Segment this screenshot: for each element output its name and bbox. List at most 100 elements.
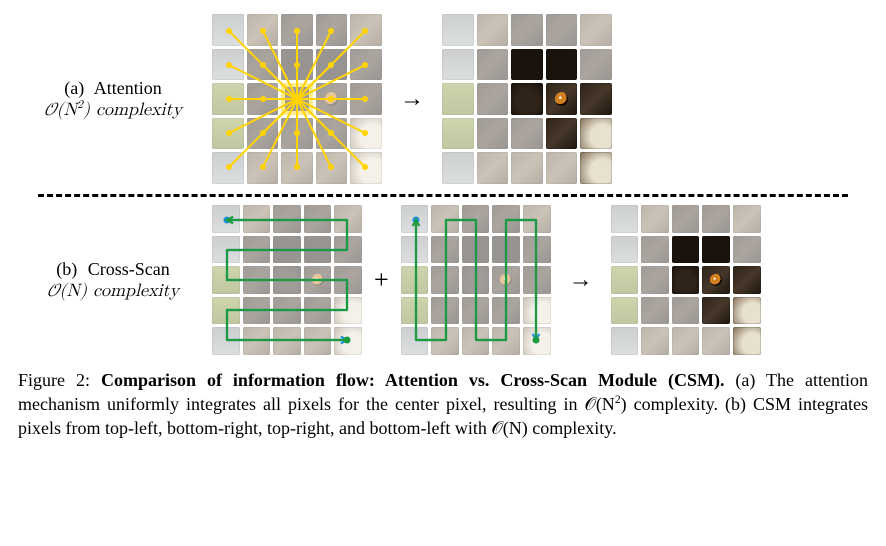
grid-cell (442, 118, 474, 150)
grid-cell (462, 297, 490, 325)
grid-cell (611, 266, 639, 294)
grid-cell (243, 327, 271, 355)
grid-cell (334, 297, 362, 325)
grid-cell (492, 236, 520, 264)
grid-cell (523, 205, 551, 233)
grid-cell (212, 83, 244, 115)
grid-cell (523, 327, 551, 355)
grid-cell (350, 152, 382, 184)
grid-cell (611, 236, 639, 264)
grid-cell (273, 236, 301, 264)
grid-cell (580, 118, 612, 150)
grid-cell (281, 152, 313, 184)
grid-cell (334, 327, 362, 355)
grid-cell (212, 152, 244, 184)
grid-cell (702, 205, 730, 233)
grid-cell (641, 205, 669, 233)
grid-cell (523, 297, 551, 325)
figure-2: (a) Attention 𝒪(N2) complexity → (b) (18, 14, 868, 441)
grid-cell (212, 327, 240, 355)
grid-a-right (442, 14, 612, 184)
grid-cell (316, 14, 348, 46)
grid-cell (442, 152, 474, 184)
row-a-tag: (a) (64, 77, 84, 100)
grid-cell (546, 118, 578, 150)
grid-cell (401, 327, 429, 355)
grid (212, 14, 382, 184)
grid-cell (492, 266, 520, 294)
grid-cell (511, 14, 543, 46)
divider (38, 194, 848, 197)
grid-cell (431, 205, 459, 233)
grid-cell (304, 327, 332, 355)
plus-icon: + (374, 265, 389, 295)
grid-cell (401, 297, 429, 325)
grid-cell (350, 83, 382, 115)
grid-cell (546, 152, 578, 184)
grid-cell (350, 118, 382, 150)
grid-cell (212, 118, 244, 150)
grid-cell (442, 83, 474, 115)
grid-cell (281, 14, 313, 46)
grid-cell (431, 236, 459, 264)
grid-cell (431, 327, 459, 355)
grid-cell (672, 236, 700, 264)
grid-cell (247, 118, 279, 150)
grid-cell (672, 297, 700, 325)
caption-label: Figure 2: (18, 370, 90, 390)
grid-cell (243, 266, 271, 294)
grid-cell (672, 327, 700, 355)
caption-title: Comparison of information flow: Attentio… (101, 370, 724, 390)
row-a-title: Attention (94, 78, 162, 98)
grid-cell (304, 266, 332, 294)
grid-cell (442, 14, 474, 46)
grid-cell (304, 236, 332, 264)
grid-cell (580, 83, 612, 115)
grid-cell (477, 118, 509, 150)
arrow-icon: → (400, 86, 424, 113)
grid-cell (511, 152, 543, 184)
grid-cell (462, 205, 490, 233)
grid-cell (350, 14, 382, 46)
grid-cell (281, 49, 313, 81)
grid-cell (672, 205, 700, 233)
grid-cell (611, 297, 639, 325)
grid (401, 205, 551, 355)
grid-cell (477, 83, 509, 115)
grid-cell (243, 297, 271, 325)
grid-cell (431, 266, 459, 294)
grid-b-2 (401, 205, 551, 355)
row-a-complexity: 𝒪(N2) complexity (18, 99, 208, 122)
grid-cell (212, 266, 240, 294)
grid-cell (477, 14, 509, 46)
grid-cell (511, 83, 543, 115)
row-b-label: (b) Cross-Scan 𝒪(N) complexity (18, 258, 208, 303)
grid-cell (316, 49, 348, 81)
grid-cell (611, 205, 639, 233)
grid-cell (672, 266, 700, 294)
grid-cell (462, 266, 490, 294)
grid-cell (247, 152, 279, 184)
row-b-complexity: 𝒪(N) complexity (18, 280, 208, 303)
grid-cell (511, 49, 543, 81)
grid-cell (334, 205, 362, 233)
grid-cell (733, 205, 761, 233)
grid (212, 205, 362, 355)
grid-cell (247, 14, 279, 46)
grid (611, 205, 761, 355)
grid (442, 14, 612, 184)
arrow-icon: → (569, 267, 593, 294)
grid-cell (580, 49, 612, 81)
grid-cell (546, 49, 578, 81)
grid-cell (350, 49, 382, 81)
grid-cell (273, 297, 301, 325)
grid-cell (401, 205, 429, 233)
grid-cell (546, 14, 578, 46)
grid-cell (641, 327, 669, 355)
grid-cell (492, 205, 520, 233)
grid-cell (273, 266, 301, 294)
row-a-label: (a) Attention 𝒪(N2) complexity (18, 77, 208, 122)
grid-cell (733, 236, 761, 264)
grid-cell (247, 49, 279, 81)
grid-cell (523, 236, 551, 264)
